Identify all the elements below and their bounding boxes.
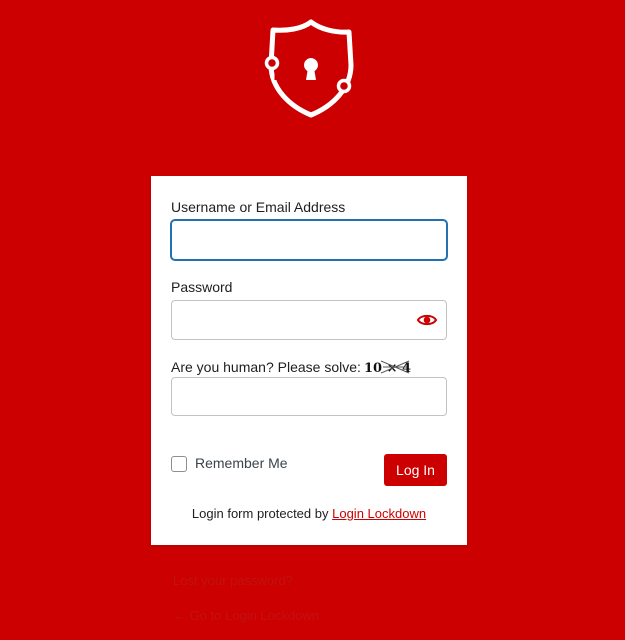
protected-by-text: Login form protected by Login Lockdown bbox=[151, 506, 467, 521]
log-in-button[interactable]: Log In bbox=[384, 454, 447, 486]
username-label: Username or Email Address bbox=[171, 199, 346, 215]
shield-lock-icon bbox=[262, 18, 358, 122]
username-input[interactable] bbox=[171, 220, 447, 260]
lost-password-link[interactable]: Lost your password? bbox=[173, 573, 293, 588]
protected-prefix: Login form protected by bbox=[191, 506, 329, 521]
password-input[interactable] bbox=[171, 300, 447, 340]
login-lockdown-link[interactable]: Login Lockdown bbox=[332, 506, 426, 521]
back-to-site-link[interactable]: ← Go to Login Lockdown bbox=[173, 608, 319, 623]
eye-icon[interactable] bbox=[416, 310, 438, 330]
captcha-label: Are you human? Please solve: 10 × 4 bbox=[171, 358, 419, 376]
remember-me-checkbox[interactable] bbox=[171, 456, 187, 472]
password-label: Password bbox=[171, 279, 233, 295]
captcha-input[interactable] bbox=[171, 377, 447, 416]
remember-me-label[interactable]: Remember Me bbox=[195, 455, 288, 471]
captcha-label-text: Are you human? Please solve: bbox=[171, 359, 361, 375]
login-form: Username or Email Address Password Are y… bbox=[151, 176, 467, 545]
captcha-image: 10 × 4 bbox=[364, 360, 411, 375]
